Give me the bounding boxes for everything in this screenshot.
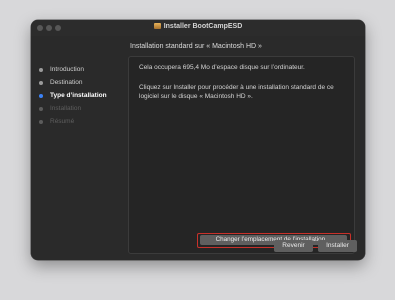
window-title: Installer BootCampESD [163,23,243,30]
step-bullet-icon [39,120,43,124]
steps-sidebar: Introduction Destination Type d’installa… [31,64,127,129]
install-instructions-text: Cliquez sur Installer pour procéder à un… [139,84,334,100]
step-label: Résumé [50,118,75,125]
step-summary: Résumé [31,116,127,129]
step-label: Introduction [50,66,84,73]
step-bullet-icon [39,94,43,98]
step-label: Installation [50,105,82,112]
content-panel: Cela occupera 695,4 Mo d’espace disque s… [128,56,355,254]
step-label: Destination [50,79,83,86]
step-bullet-icon [39,68,43,72]
step-bullet-icon [39,107,43,111]
back-button[interactable]: Revenir [274,240,313,252]
install-button[interactable]: Installer [318,240,357,252]
package-icon [153,23,161,29]
installer-window: Installer BootCampESD Installation stand… [31,20,365,260]
step-destination: Destination [31,77,127,90]
step-label: Type d’installation [50,92,107,99]
page-subtitle: Installation standard sur « Macintosh HD… [130,43,262,50]
step-installation: Installation [31,103,127,116]
disk-space-text: Cela occupera 695,4 Mo d’espace disque s… [139,64,305,71]
title-bar: Installer BootCampESD [31,20,365,36]
step-bullet-icon [39,81,43,85]
step-introduction: Introduction [31,64,127,77]
step-installation-type: Type d’installation [31,90,127,103]
window-title-container: Installer BootCampESD [31,23,365,30]
